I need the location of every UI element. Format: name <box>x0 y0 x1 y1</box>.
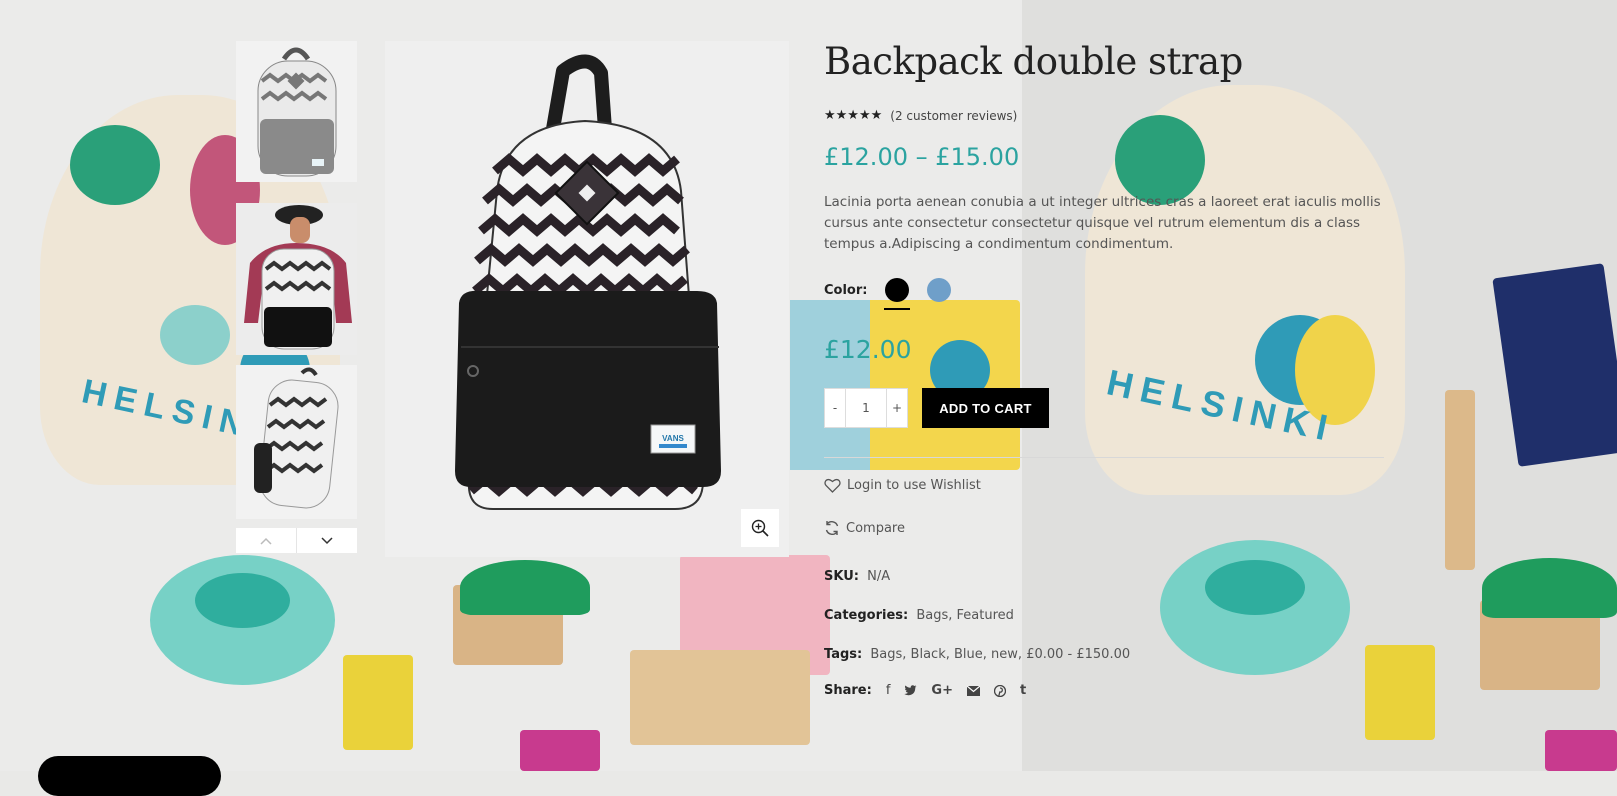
compare-link[interactable]: Compare <box>824 520 905 536</box>
tag-link[interactable]: Bags <box>870 647 902 662</box>
compare-label: Compare <box>846 520 905 536</box>
tag-link[interactable]: new <box>991 647 1018 662</box>
email-icon[interactable] <box>966 685 980 696</box>
decor-ring-left <box>150 555 335 685</box>
qty-decrease-button[interactable]: - <box>825 389 845 427</box>
wishlist-link[interactable]: Login to use Wishlist <box>824 478 981 493</box>
variation-price: £12.00 <box>824 335 912 364</box>
tags-row: Tags: Bags, Black, Blue, new, £0.00 - £1… <box>824 647 1131 662</box>
decor-trees-right <box>1482 558 1617 618</box>
tag-link[interactable]: Blue <box>954 647 983 662</box>
decor-yellow-block-right <box>1365 645 1435 740</box>
add-to-cart-button[interactable]: ADD TO CART <box>922 388 1049 428</box>
category-link[interactable]: Featured <box>957 608 1014 623</box>
decor-ring-right <box>1160 540 1350 675</box>
thumb-next-button[interactable] <box>297 528 357 553</box>
chevron-up-icon <box>260 537 272 545</box>
tags-label: Tags: <box>824 647 863 662</box>
tag-link[interactable]: £0.00 - £150.00 <box>1026 647 1130 662</box>
chat-widget-button[interactable] <box>38 756 221 796</box>
rating-stars: ★★★★★ <box>824 108 883 123</box>
categories-label: Categories: <box>824 608 909 623</box>
refresh-icon <box>825 520 839 536</box>
thumbnail-nav <box>236 528 357 553</box>
zoom-in-icon <box>751 519 769 537</box>
color-selector: Color: <box>824 278 969 310</box>
sku-row: SKU: N/A <box>824 569 890 584</box>
decor-magenta-block-left <box>520 730 600 771</box>
quantity-stepper: - 1 + <box>824 388 908 428</box>
divider <box>824 457 1384 458</box>
decor-wood-steps <box>630 650 810 745</box>
decor-booklet <box>790 300 1020 470</box>
svg-text:VANS: VANS <box>662 434 684 443</box>
zoom-button[interactable] <box>741 509 779 547</box>
decor-yellow-block-left <box>343 655 413 750</box>
backpack-image: VANS <box>455 54 721 510</box>
heart-icon <box>824 478 841 493</box>
share-row: Share: f G+ t <box>824 683 1026 698</box>
sku-value: N/A <box>867 569 891 584</box>
facebook-icon[interactable]: f <box>886 683 891 698</box>
twitter-icon[interactable] <box>904 685 917 696</box>
chevron-down-icon <box>321 536 333 544</box>
thumb-prev-button[interactable] <box>236 528 297 553</box>
qty-increase-button[interactable]: + <box>887 389 907 427</box>
product-rating: ★★★★★ (2 customer reviews) <box>824 108 1017 123</box>
wishlist-label: Login to use Wishlist <box>847 478 981 493</box>
product-title: Backpack double strap <box>824 40 1243 83</box>
google-plus-icon[interactable]: G+ <box>931 683 953 698</box>
thumbnail-1[interactable] <box>236 41 357 182</box>
tag-link[interactable]: Black <box>911 647 946 662</box>
price-range: £12.00 – £15.00 <box>824 143 1020 171</box>
color-swatch-black[interactable] <box>884 278 910 310</box>
tumblr-icon[interactable]: t <box>1020 683 1026 698</box>
decor-wood-tower <box>1445 390 1475 570</box>
decor-sack-right: HELSINKI <box>1085 85 1405 495</box>
decor-trees-left <box>460 560 590 615</box>
thumbnail-3[interactable] <box>236 365 357 519</box>
decor-magenta-block-right <box>1545 730 1617 771</box>
product-description: Lacinia porta aenean conubia a ut intege… <box>824 194 1381 252</box>
color-label: Color: <box>824 282 868 298</box>
reviews-link[interactable]: (2 customer reviews) <box>890 109 1017 123</box>
color-swatch-blue[interactable] <box>927 278 951 302</box>
main-product-image[interactable]: VANS <box>385 41 789 557</box>
qty-input[interactable]: 1 <box>845 389 887 427</box>
category-link[interactable]: Bags <box>916 608 948 623</box>
sku-label: SKU: <box>824 569 859 584</box>
pinterest-icon[interactable] <box>993 684 1006 697</box>
thumbnail-2[interactable] <box>236 203 357 355</box>
categories-row: Categories: Bags, Featured <box>824 608 1014 623</box>
share-label: Share: <box>824 683 872 698</box>
